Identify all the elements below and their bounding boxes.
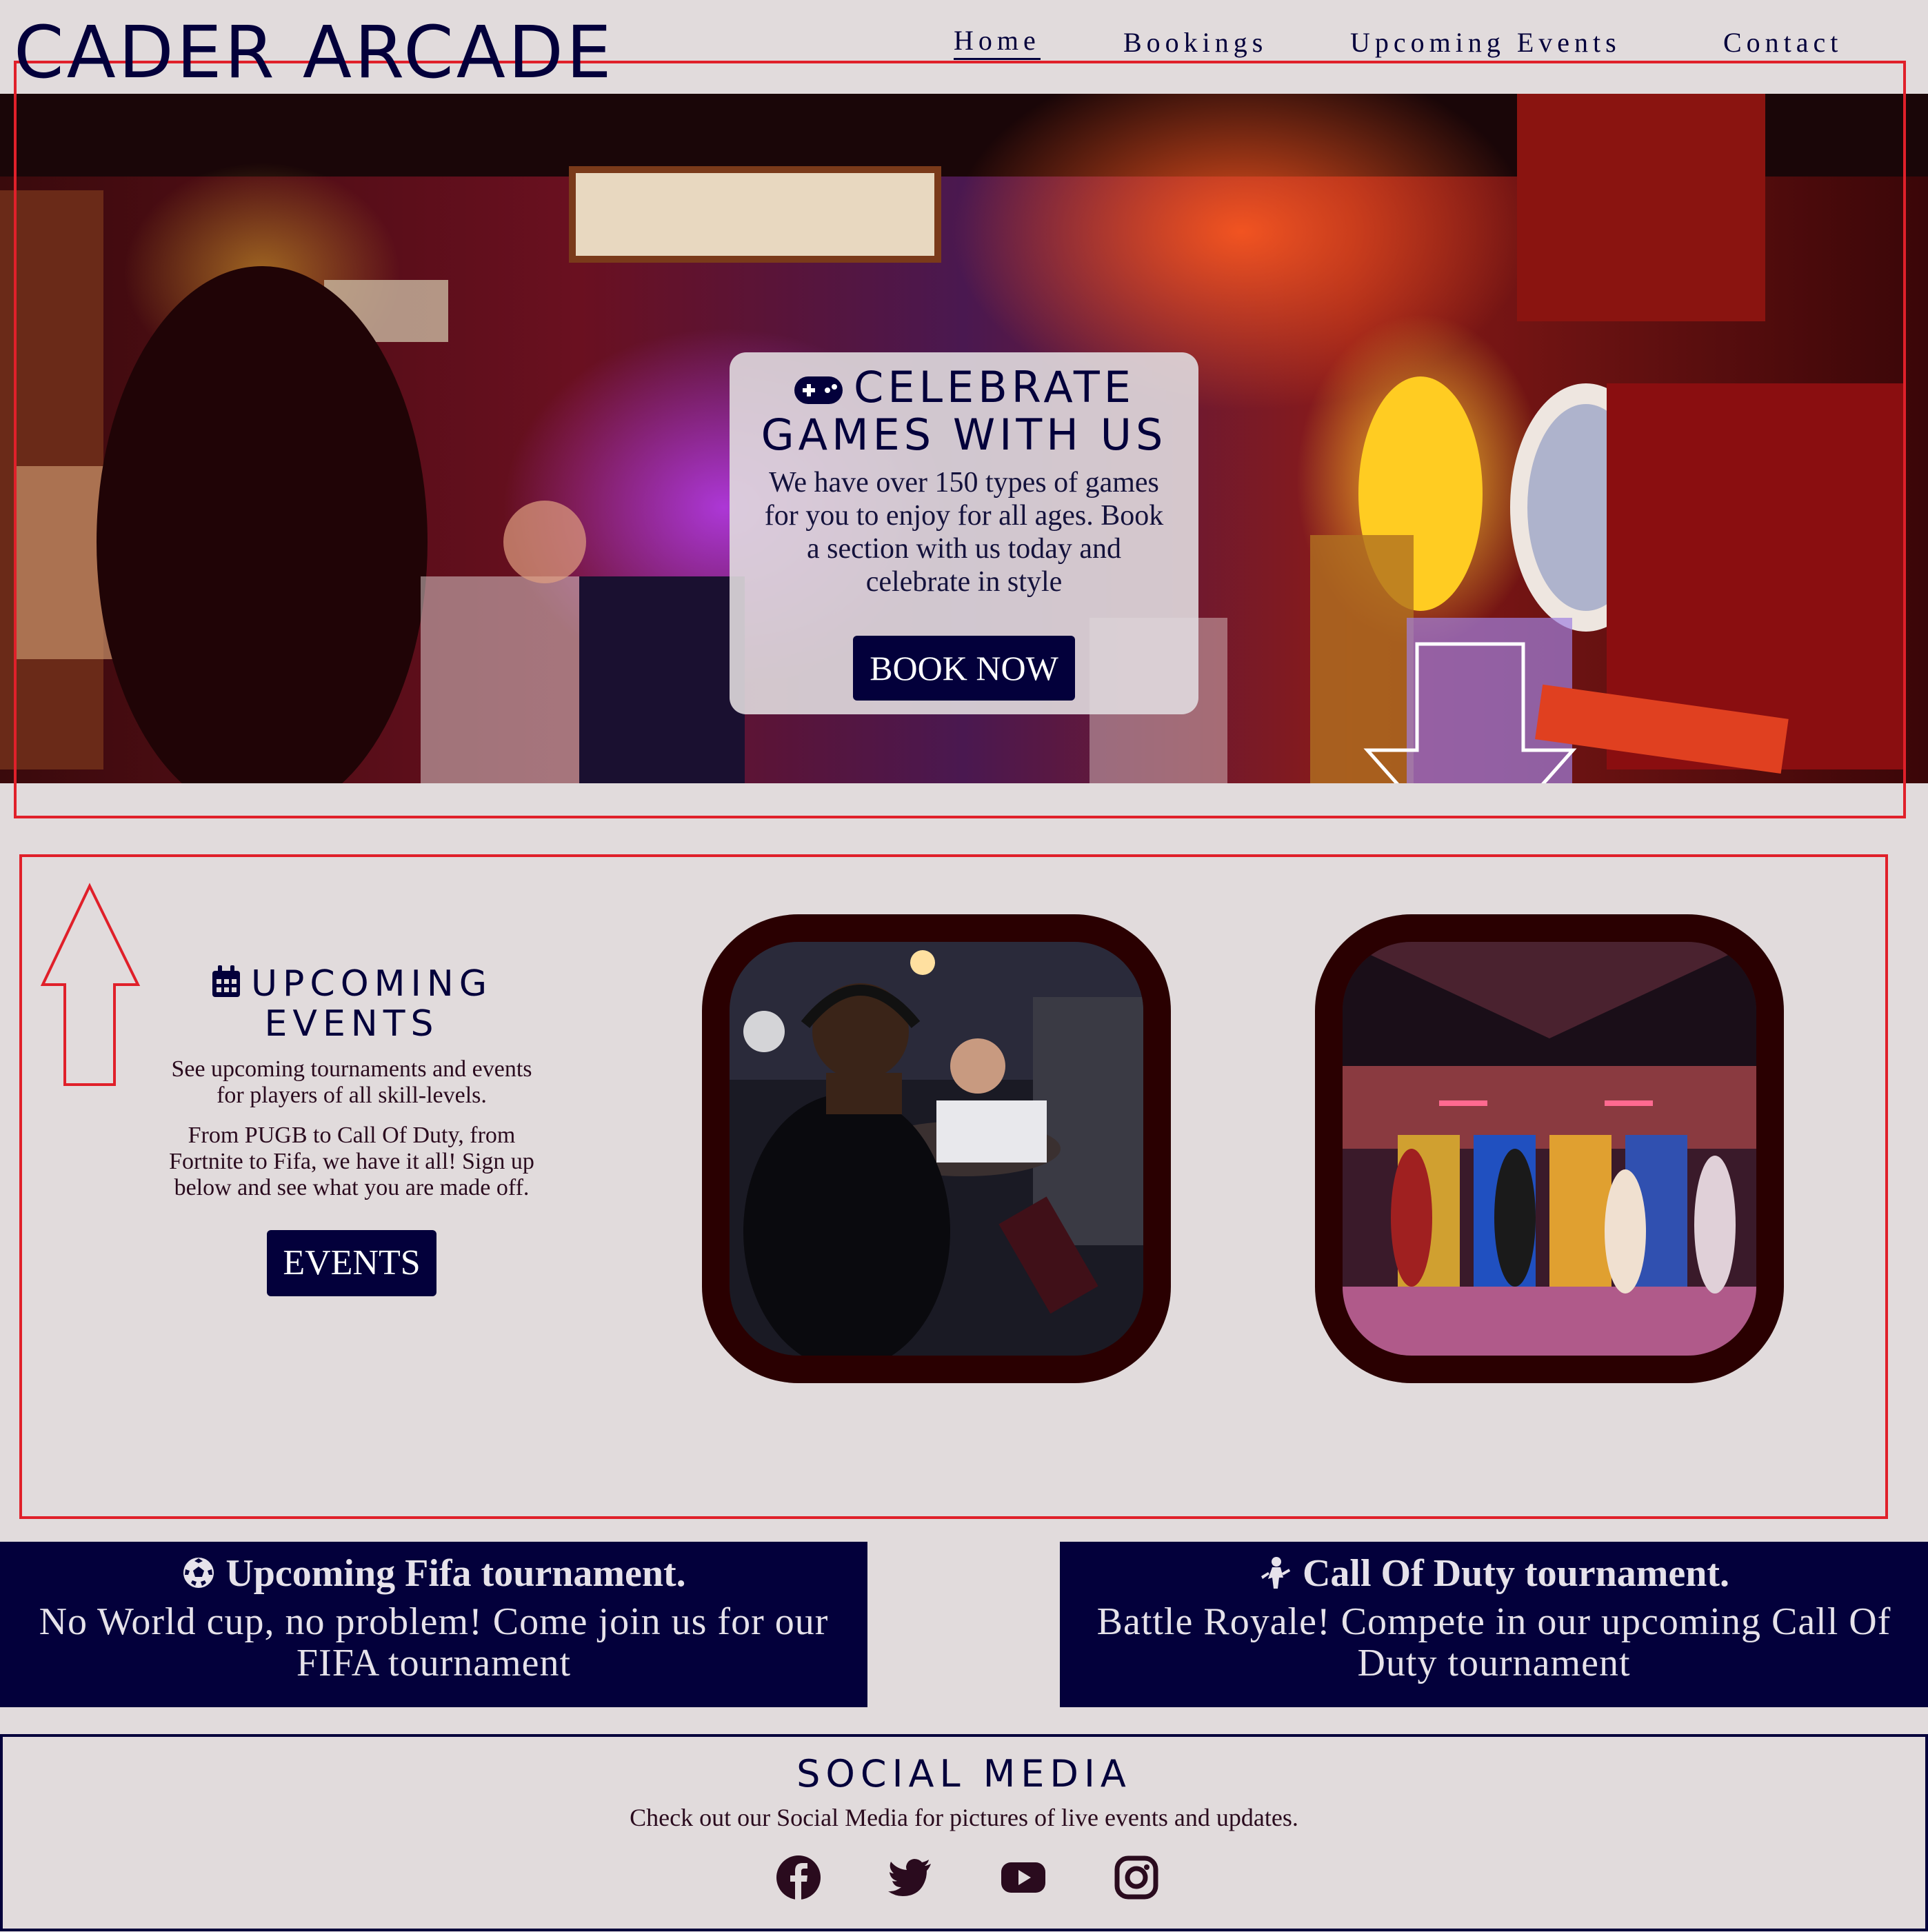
hero-description: We have over 150 types of games for you … bbox=[764, 466, 1164, 598]
book-now-button[interactable]: BOOK NOW bbox=[853, 635, 1075, 701]
arcade-photo-frame bbox=[1315, 914, 1784, 1383]
gamers-photo-frame bbox=[702, 914, 1171, 1383]
fifa-tournament-banner[interactable]: Upcoming Fifa tournament. No World cup, … bbox=[0, 1542, 867, 1707]
hero-title: CELEBRATE GAMES WITH US bbox=[761, 362, 1167, 461]
arcade-machines-photo bbox=[1343, 942, 1756, 1356]
instagram-icon[interactable] bbox=[1113, 1854, 1160, 1901]
twitter-icon[interactable] bbox=[887, 1854, 934, 1901]
gamepad-icon bbox=[794, 376, 843, 404]
social-media-title: SOCIAL MEDIA bbox=[796, 1752, 1132, 1795]
events-button[interactable]: EVENTS bbox=[267, 1230, 436, 1296]
cod-tournament-banner[interactable]: Call Of Duty tournament. Battle Royale! … bbox=[1060, 1542, 1928, 1707]
cod-tournament-title: Call Of Duty tournament. bbox=[1060, 1546, 1928, 1601]
hero-card: CELEBRATE GAMES WITH US We have over 150… bbox=[730, 352, 1198, 714]
cod-tournament-text: Battle Royale! Compete in our upcoming C… bbox=[1096, 1600, 1891, 1684]
nav-bookings[interactable]: Bookings bbox=[1123, 23, 1267, 62]
events-description-1: See upcoming tournaments and events for … bbox=[171, 1056, 532, 1108]
site-logo-text[interactable]: CADER ARCADE bbox=[14, 10, 614, 96]
nav-contact[interactable]: Contact bbox=[1723, 23, 1842, 62]
soldier-icon bbox=[1261, 1557, 1291, 1589]
social-media-section: SOCIAL MEDIA Check out our Social Media … bbox=[0, 1734, 1928, 1931]
hero-section: CELEBRATE GAMES WITH US We have over 150… bbox=[0, 94, 1928, 783]
soccer-ball-icon bbox=[183, 1558, 214, 1588]
events-description-2: From PUGB to Call Of Duty, from Fortnite… bbox=[169, 1123, 534, 1200]
social-media-description: Check out our Social Media for pictures … bbox=[630, 1804, 1298, 1831]
fifa-tournament-text: No World cup, no problem! Come join us f… bbox=[39, 1600, 829, 1684]
events-title: UPCOMING EVENTS bbox=[159, 964, 545, 1044]
down-arrow-icon bbox=[1363, 642, 1577, 783]
main-nav: Home Bookings Upcoming Events Contact bbox=[952, 23, 1869, 62]
gamers-photo bbox=[730, 942, 1143, 1356]
nav-home[interactable]: Home bbox=[954, 23, 1041, 60]
youtube-icon[interactable] bbox=[1000, 1854, 1047, 1901]
fifa-tournament-title: Upcoming Fifa tournament. bbox=[0, 1546, 867, 1601]
up-arrow-icon bbox=[40, 883, 141, 1086]
facebook-icon[interactable] bbox=[775, 1854, 822, 1901]
calendar-icon bbox=[212, 965, 240, 997]
nav-upcoming-events[interactable]: Upcoming Events bbox=[1350, 23, 1621, 62]
upcoming-events-panel: UPCOMING EVENTS See upcoming tournaments… bbox=[159, 964, 545, 1296]
social-icons-row bbox=[3, 1854, 1925, 1909]
